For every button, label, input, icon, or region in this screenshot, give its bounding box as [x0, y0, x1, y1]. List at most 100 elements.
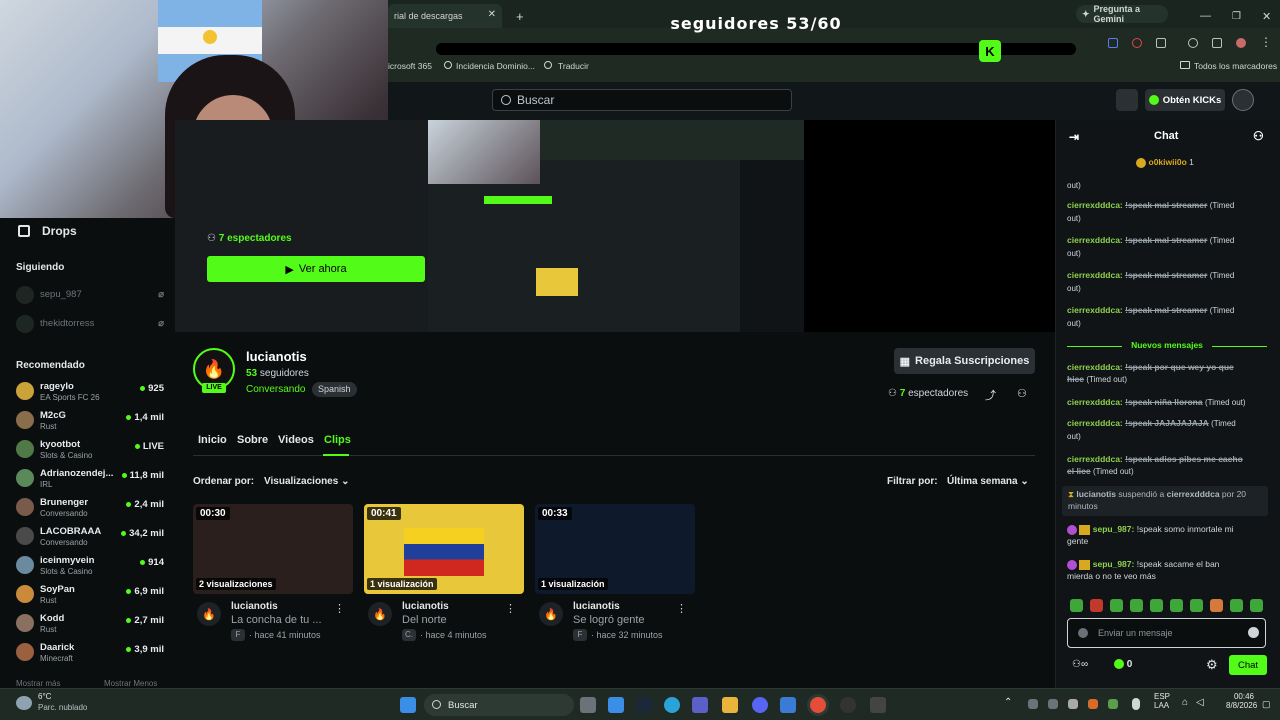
chat-mode-icon[interactable]: [1078, 628, 1088, 638]
filter-select[interactable]: Última semana ⌄: [947, 476, 1029, 487]
recommended-item[interactable]: kyootbot Slots & Casino LIVE: [16, 436, 166, 464]
recommended-item[interactable]: iceinmyvein Slots & Casino 914: [16, 552, 166, 580]
clock[interactable]: 00:46 8/8/2026: [1226, 692, 1257, 710]
emoji-icon[interactable]: [1248, 627, 1259, 638]
recommended-item[interactable]: Daarick Minecraft 3,9 mil: [16, 639, 166, 667]
emote-icon[interactable]: [1110, 599, 1123, 612]
chat-username[interactable]: cierrexdddca:: [1067, 235, 1123, 245]
volume-icon[interactable]: ◁: [1196, 697, 1204, 708]
chat-username[interactable]: cierrexdddca:: [1067, 397, 1123, 407]
taskbar-search[interactable]: Buscar: [424, 694, 574, 716]
channel-avatar[interactable]: 🔥: [197, 602, 221, 626]
sort-select[interactable]: Visualizaciones ⌄: [264, 476, 349, 487]
teams-icon[interactable]: [692, 697, 708, 713]
chat-username[interactable]: sepu_987:: [1093, 559, 1135, 569]
todo-icon[interactable]: [608, 697, 624, 713]
maximize-icon[interactable]: ❐: [1226, 4, 1241, 28]
tab-inicio[interactable]: Inicio: [198, 434, 227, 446]
clip-channel[interactable]: lucianotis: [573, 601, 620, 612]
tab-sobre[interactable]: Sobre: [237, 434, 268, 446]
chat-username[interactable]: cierrexdddca:: [1067, 418, 1123, 428]
kicks-balance[interactable]: 0: [1114, 659, 1132, 670]
chat-input[interactable]: Enviar un mensaje: [1067, 618, 1266, 648]
channel-avatar[interactable]: 🔥: [539, 602, 563, 626]
chat-username[interactable]: cierrexdddca:: [1067, 362, 1123, 372]
extension-icon[interactable]: [1108, 38, 1118, 48]
gemini-button[interactable]: ✦ Pregunta a Gemini: [1076, 4, 1168, 24]
vscode-icon[interactable]: [780, 697, 796, 713]
notification-icon[interactable]: ▢: [1262, 699, 1271, 710]
clip-channel[interactable]: lucianotis: [402, 601, 449, 612]
chat-username[interactable]: sepu_987:: [1093, 524, 1135, 534]
tab-clips[interactable]: Clips: [324, 434, 351, 446]
chevron-up-icon[interactable]: ⌃: [1004, 697, 1012, 708]
steam-icon[interactable]: [636, 697, 652, 713]
emote-icon[interactable]: [1130, 599, 1143, 612]
emote-icon[interactable]: [1090, 599, 1103, 612]
recommended-item[interactable]: SoyPan Rust 6,9 mil: [16, 581, 166, 609]
edge-icon[interactable]: [664, 697, 680, 713]
chat-users-toggle-icon[interactable]: ⚇∞: [1072, 659, 1088, 670]
recommended-item[interactable]: Adrianozendej... IRL 11,8 mil: [16, 465, 166, 493]
close-window-icon[interactable]: ✕: [1256, 4, 1271, 28]
recommended-item[interactable]: Brunenger Conversando 2,4 mil: [16, 494, 166, 522]
channel-avatar[interactable]: 🔥: [368, 602, 392, 626]
share-icon[interactable]: ⤴: [985, 387, 996, 403]
user-avatar[interactable]: [1232, 89, 1254, 111]
windows-start-icon[interactable]: [400, 697, 416, 713]
search-input[interactable]: Buscar: [492, 89, 792, 111]
microphone-icon[interactable]: [1132, 698, 1140, 710]
tray-icon[interactable]: [1088, 699, 1098, 709]
chat-username[interactable]: cierrexdddca:: [1067, 270, 1123, 280]
add-user-icon[interactable]: ⚇: [1017, 387, 1027, 400]
tray-icon[interactable]: [1068, 699, 1078, 709]
following-item[interactable]: sepu_987 ⌀: [16, 282, 166, 310]
clip-card[interactable]: 00:41 1 visualización 🔥 lucianotis Del norte…: [364, 504, 524, 641]
obs-icon[interactable]: [840, 697, 856, 713]
chat-username[interactable]: cierrexdddca:: [1067, 200, 1123, 210]
emote-icon[interactable]: [1190, 599, 1203, 612]
tray-icon[interactable]: [1028, 699, 1038, 709]
chat-username[interactable]: cierrexdddca:: [1067, 305, 1123, 315]
chat-users-icon[interactable]: ⚇: [1253, 129, 1264, 143]
show-more-link[interactable]: Mostrar más: [16, 679, 60, 688]
chat-send-button[interactable]: Chat: [1229, 655, 1267, 675]
chat-username[interactable]: cierrexdddca:: [1067, 454, 1123, 464]
emote-icon[interactable]: [1070, 599, 1083, 612]
profile-avatar[interactable]: [1236, 38, 1246, 48]
more-options-icon[interactable]: ⋮: [334, 602, 345, 615]
recommended-item[interactable]: M2cG Rust 1,4 mil: [16, 407, 166, 435]
watch-now-button[interactable]: ▶ Ver ahora: [207, 256, 425, 282]
download-icon[interactable]: [1188, 38, 1198, 48]
menu-dots-icon[interactable]: ⋮: [1260, 35, 1272, 49]
more-options-icon[interactable]: ⋮: [676, 602, 687, 615]
emote-icon[interactable]: [1150, 599, 1163, 612]
clip-channel[interactable]: lucianotis: [231, 601, 278, 612]
emote-icon[interactable]: [1250, 599, 1263, 612]
bookmark-item[interactable]: Traducir: [558, 61, 589, 71]
gifter-name[interactable]: o0kiwii0o: [1149, 157, 1187, 167]
language-tag[interactable]: Spanish: [312, 382, 357, 397]
tray-icon[interactable]: [1048, 699, 1058, 709]
tray-icon[interactable]: [1108, 699, 1118, 709]
discord-icon[interactable]: [752, 697, 768, 713]
new-tab-icon[interactable]: +: [510, 4, 526, 28]
bookmark-item[interactable]: Incidencia Dominio...: [456, 61, 535, 71]
recommended-item[interactable]: rageylo EA Sports FC 26 925: [16, 378, 166, 406]
clip-card[interactable]: 00:30 2 visualizaciones 🔥 lucianotis La conc…: [193, 504, 353, 641]
chrome-icon[interactable]: [810, 697, 826, 713]
emote-icon[interactable]: [1230, 599, 1243, 612]
clip-thumbnail[interactable]: 00:41 1 visualización: [364, 504, 524, 594]
clip-thumbnail[interactable]: 00:33 1 visualización: [535, 504, 695, 594]
minimize-icon[interactable]: —: [1194, 4, 1211, 28]
tab-videos[interactable]: Videos: [278, 434, 314, 446]
close-tab-icon[interactable]: ✕: [488, 9, 496, 20]
more-options-icon[interactable]: ⋮: [505, 602, 516, 615]
recommended-item[interactable]: Kodd Rust 2,7 mil: [16, 610, 166, 638]
media-icon[interactable]: [1212, 38, 1222, 48]
extension-icon[interactable]: [1132, 38, 1142, 48]
clip-title[interactable]: Se logró gente: [573, 614, 645, 626]
emote-icon[interactable]: [1170, 599, 1183, 612]
task-view-icon[interactable]: [580, 697, 596, 713]
all-bookmarks-link[interactable]: Todos los marcadores: [1194, 61, 1277, 71]
